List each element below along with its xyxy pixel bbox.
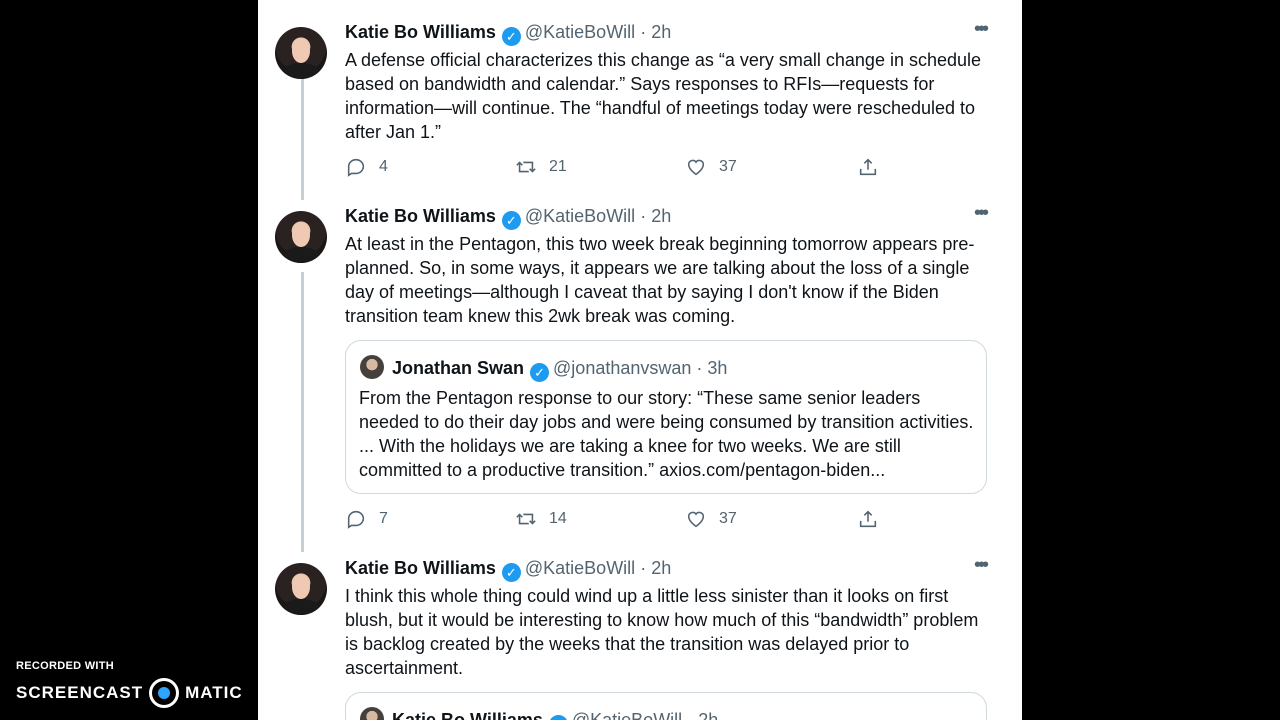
quoted-tweet-text: From the Pentagon response to our story:… (359, 388, 974, 480)
like-icon (687, 159, 705, 176)
tweet-actions: 7 14 37 (345, 508, 905, 532)
watermark-right-text: MATIC (185, 683, 243, 702)
retweet-icon (516, 513, 536, 525)
share-button[interactable] (857, 156, 879, 178)
author-handle[interactable]: @KatieBoWill (525, 558, 635, 578)
watermark-left-text: SCREENCAST (16, 683, 144, 702)
tweet-header: Katie Bo Williams ✓ @KatieBoWill · 2h (345, 22, 671, 46)
reply-icon (347, 510, 365, 529)
retweet-button[interactable]: 21 (515, 156, 567, 178)
like-button[interactable]: 37 (685, 508, 737, 530)
quoted-tweet[interactable]: Jonathan Swan ✓ @jonathanvswan · 3h From t… (345, 340, 987, 494)
quoted-tweet-time: · 3h (696, 358, 728, 378)
author-avatar[interactable] (275, 211, 327, 263)
verified-icon: ✓ (548, 715, 568, 720)
quoted-author-handle: @KatieBoWill (571, 710, 683, 720)
twitter-thread-page: Katie Bo Williams ✓ @KatieBoWill · 2h ••• … (258, 0, 1022, 720)
more-icon[interactable]: ••• (974, 18, 989, 41)
author-avatar[interactable] (275, 563, 327, 615)
like-count: 37 (719, 158, 737, 175)
tweet-text: At least in the Pentagon, this two week … (345, 234, 975, 326)
retweet-icon (516, 161, 536, 173)
quoted-tweet-header: Jonathan Swan ✓ @jonathanvswan · 3h (360, 355, 727, 382)
verified-icon: ✓ (501, 211, 521, 230)
reply-button[interactable]: 7 (345, 508, 388, 530)
author-name[interactable]: Katie Bo Williams (345, 206, 496, 226)
tweet-time[interactable]: · 2h (640, 206, 671, 226)
record-icon (149, 678, 180, 708)
tweet-header: Katie Bo Williams ✓ @KatieBoWill · 2h (345, 558, 671, 582)
screencast-o-matic-watermark: RECORDED WITH SCREENCAST MATIC (16, 660, 243, 708)
retweet-button[interactable]: 14 (515, 508, 567, 530)
tweet-header: Katie Bo Williams ✓ @KatieBoWill · 2h (345, 206, 671, 230)
tweet-1[interactable]: Katie Bo Williams ✓ @KatieBoWill · 2h ••• … (258, 18, 1022, 185)
tweet-time[interactable]: · 2h (640, 558, 671, 578)
author-avatar[interactable] (275, 27, 327, 79)
reply-icon (347, 158, 365, 177)
quoted-author-avatar (360, 707, 384, 720)
verified-icon: ✓ (501, 27, 521, 46)
watermark-logo: SCREENCAST MATIC (16, 678, 243, 708)
tweet-3[interactable]: Katie Bo Williams ✓ @KatieBoWill · 2h ••• … (258, 554, 1022, 720)
verified-icon: ✓ (501, 563, 521, 582)
share-icon (859, 158, 877, 176)
author-handle[interactable]: @KatieBoWill (525, 22, 635, 42)
author-name[interactable]: Katie Bo Williams (345, 22, 496, 42)
quoted-author-avatar (360, 355, 384, 379)
share-icon (859, 510, 877, 528)
tweet-text: I think this whole thing could wind up a… (345, 586, 979, 678)
more-icon[interactable]: ••• (974, 202, 989, 225)
quoted-tweet-header: Katie Bo Williams ✓@KatieBoWill · 2h (360, 707, 718, 720)
quoted-author-name: Katie Bo Williams (392, 710, 543, 720)
quoted-author-name: Jonathan Swan (392, 358, 525, 378)
quoted-tweet-time: · 2h (687, 710, 719, 720)
like-button[interactable]: 37 (685, 156, 737, 178)
retweet-count: 14 (549, 510, 567, 527)
author-handle[interactable]: @KatieBoWill (525, 206, 635, 226)
tweet-time[interactable]: · 2h (640, 22, 671, 42)
tweet-text: A defense official characterizes this ch… (345, 50, 982, 142)
reply-count: 7 (379, 510, 388, 527)
retweet-count: 21 (549, 158, 567, 175)
reply-button[interactable]: 4 (345, 156, 388, 178)
author-name[interactable]: Katie Bo Williams (345, 558, 496, 578)
share-button[interactable] (857, 508, 879, 530)
verified-icon: ✓ (530, 363, 550, 382)
reply-count: 4 (379, 158, 388, 175)
like-icon (687, 511, 705, 528)
quoted-author-handle: @jonathanvswan (553, 358, 692, 378)
watermark-caption: RECORDED WITH (16, 660, 115, 672)
tweet-actions: 4 21 37 (345, 156, 905, 180)
more-icon[interactable]: ••• (974, 554, 989, 577)
tweet-2[interactable]: Katie Bo Williams ✓ @KatieBoWill · 2h ••• … (258, 202, 1022, 544)
like-count: 37 (719, 510, 737, 527)
quoted-tweet[interactable]: Katie Bo Williams ✓@KatieBoWill · 2h (345, 692, 987, 720)
